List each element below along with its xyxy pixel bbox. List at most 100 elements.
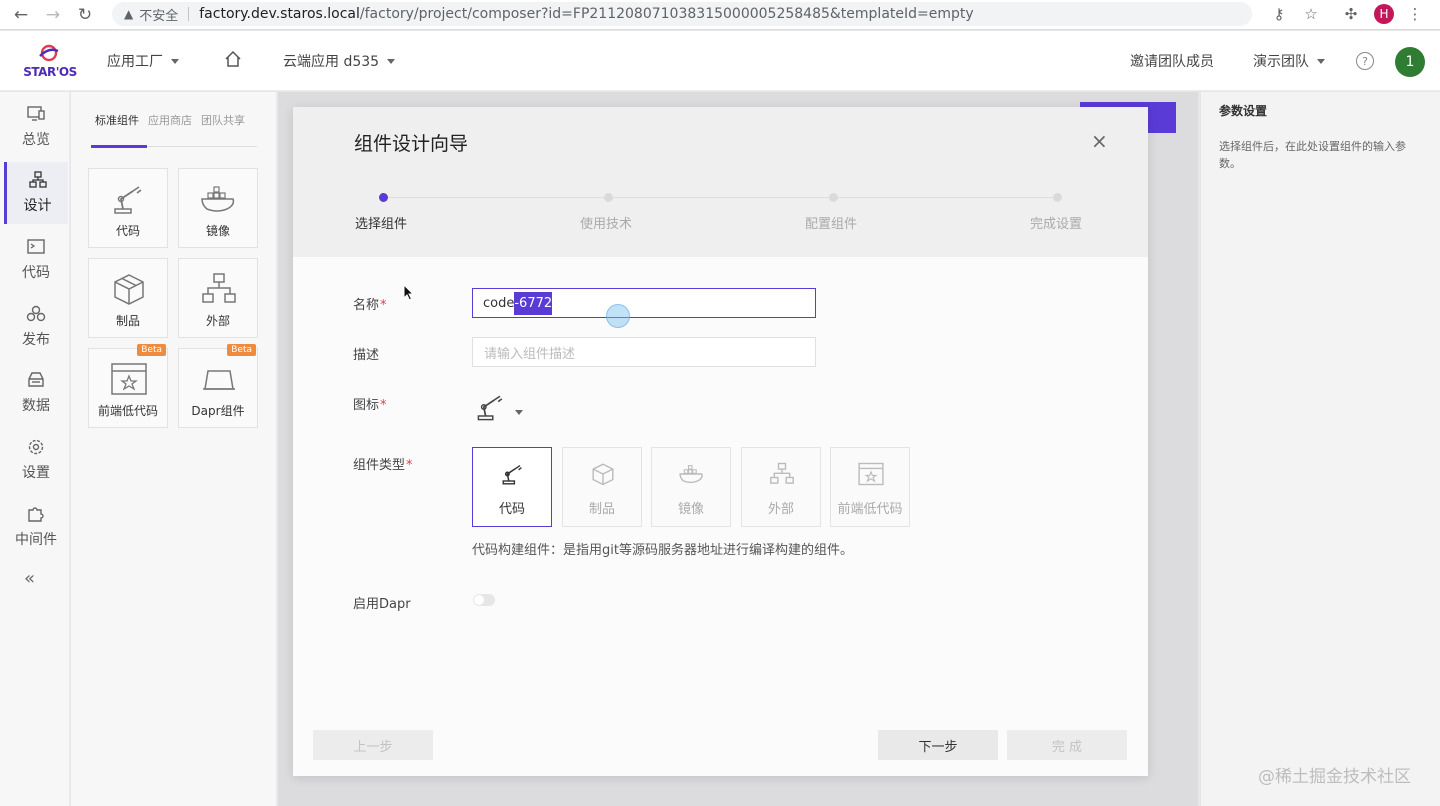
type-option-artifact[interactable]: 制品 xyxy=(562,447,642,527)
project-dropdown[interactable]: 云端应用 d535 xyxy=(283,51,396,71)
tab-standard[interactable]: 标准组件 xyxy=(95,112,139,128)
app-factory-dropdown[interactable]: 应用工厂 xyxy=(107,51,179,71)
type-option-code[interactable]: 代码 xyxy=(472,447,552,527)
type-label-text: 镜像 xyxy=(677,502,704,517)
dapr-toggle[interactable] xyxy=(473,594,495,606)
nav-item-code[interactable]: 代码 xyxy=(4,229,68,291)
palette-card-lowcode[interactable]: Beta 前端低代码 xyxy=(88,344,168,428)
desc-label: 描述 xyxy=(353,348,380,363)
next-button[interactable]: 下一步 xyxy=(878,730,998,760)
nav-label: 代码 xyxy=(22,265,50,281)
step-connector xyxy=(837,197,1057,198)
nav-label: 设置 xyxy=(22,465,50,481)
step-finish: 完成设置 xyxy=(1030,217,1083,232)
palette-card-artifact[interactable]: 制品 xyxy=(88,258,168,338)
docker-icon xyxy=(201,186,235,212)
tab-indicator xyxy=(91,145,147,148)
gear-icon xyxy=(28,439,44,455)
palette-card-dapr[interactable]: Beta Dapr组件 xyxy=(178,344,258,428)
type-label-text: 外部 xyxy=(767,502,794,517)
palette-card-image[interactable]: 镜像 xyxy=(178,168,258,248)
type-option-image[interactable]: 镜像 xyxy=(651,447,731,527)
home-icon[interactable] xyxy=(224,50,242,68)
help-icon[interactable]: ? xyxy=(1356,52,1374,70)
nav-label: 数据 xyxy=(22,398,50,414)
tab-app-store[interactable]: 应用商店 xyxy=(148,112,192,128)
nav-label: 中间件 xyxy=(15,532,57,548)
card-label: 制品 xyxy=(115,314,140,328)
staros-logo[interactable]: STAR'OS xyxy=(20,41,80,81)
key-icon[interactable]: ⚷ xyxy=(1268,3,1290,25)
component-palette: 标准组件 应用商店 团队共享 代码 镜像 制品 外部 Beta 前端低代码 Be… xyxy=(71,92,277,806)
chevron-down-icon xyxy=(1317,58,1325,64)
nav-item-publish[interactable]: 发布 xyxy=(4,296,68,358)
terminal-icon xyxy=(27,239,45,254)
profile-initial: H xyxy=(1374,4,1394,24)
palette-tabs: 标准组件 应用商店 团队共享 xyxy=(95,112,245,128)
close-icon[interactable]: × xyxy=(1091,129,1108,153)
params-panel: 参数设置 选择组件后，在此处设置组件的输入参数。 xyxy=(1200,92,1440,806)
project-label: 云端应用 d535 xyxy=(283,54,380,70)
type-option-lowcode[interactable]: 前端低代码 xyxy=(830,447,910,527)
type-label-text: 组件类型 xyxy=(353,458,406,473)
nav-item-settings[interactable]: 设置 xyxy=(4,429,68,491)
robot-arm-icon xyxy=(502,465,522,485)
design-icon xyxy=(28,171,47,188)
reload-icon[interactable]: ↻ xyxy=(72,2,98,28)
params-description: 选择组件后，在此处设置组件的输入参数。 xyxy=(1219,140,1406,170)
params-title: 参数设置 xyxy=(1219,104,1268,118)
nav-item-data[interactable]: 数据 xyxy=(4,362,68,424)
left-nav: 总览 设计 代码 发布 数据 设置 中间件 « xyxy=(0,92,70,806)
nav-label: 发布 xyxy=(22,332,50,348)
finish-button[interactable]: 完 成 xyxy=(1007,730,1127,760)
user-avatar[interactable]: 1 xyxy=(1395,47,1425,77)
name-input[interactable]: code -6772 xyxy=(472,288,816,318)
wizard-title: 组件设计向导 xyxy=(354,133,469,155)
warning-icon: ▲ xyxy=(124,7,134,21)
step-select-component: 选择组件 xyxy=(355,217,408,232)
name-label: 名称* xyxy=(353,294,387,313)
team-dropdown[interactable]: 演示团队 xyxy=(1253,51,1325,71)
collapse-icon[interactable]: « xyxy=(24,568,35,589)
nav-item-design[interactable]: 设计 xyxy=(4,162,68,224)
extensions-icon[interactable]: ✣ xyxy=(1340,3,1362,25)
step-dot xyxy=(379,193,388,202)
puzzle-icon xyxy=(28,507,44,522)
palette-card-external[interactable]: 外部 xyxy=(178,258,258,338)
monitor-icon xyxy=(27,106,45,121)
wizard-header: 组件设计向导 × 选择组件 使用技术 配置组件 完成设置 xyxy=(293,107,1148,257)
chevron-down-icon xyxy=(387,58,396,64)
profile-avatar[interactable]: H xyxy=(1373,3,1395,25)
forward-icon[interactable]: → xyxy=(40,2,66,28)
description-input[interactable]: 请输入组件描述 xyxy=(472,337,816,367)
icon-picker[interactable] xyxy=(473,389,523,425)
external-icon xyxy=(770,462,794,484)
step-connector xyxy=(387,197,607,198)
card-label: 外部 xyxy=(205,314,230,328)
star-icon[interactable]: ☆ xyxy=(1300,3,1322,25)
step-dot xyxy=(604,193,613,202)
menu-icon[interactable]: ⋮ xyxy=(1404,3,1426,25)
beta-badge: Beta xyxy=(227,344,256,356)
type-option-external[interactable]: 外部 xyxy=(741,447,821,527)
card-label: 代码 xyxy=(115,224,140,238)
tab-team-shared[interactable]: 团队共享 xyxy=(201,112,245,128)
type-hint: 代码构建组件：是指用git等源码服务器地址进行编译构建的组件。 xyxy=(472,543,853,558)
invite-members-link[interactable]: 邀请团队成员 xyxy=(1130,51,1214,71)
chevron-down-icon xyxy=(515,410,523,415)
back-icon[interactable]: ← xyxy=(8,2,34,28)
app-header: STAR'OS 应用工厂 云端应用 d535 邀请团队成员 演示团队 ? 1 xyxy=(0,31,1440,91)
nav-item-middleware[interactable]: 中间件 xyxy=(4,496,68,558)
app-factory-label: 应用工厂 xyxy=(107,54,163,70)
icon-label-text: 图标 xyxy=(353,398,380,413)
nav-item-overview[interactable]: 总览 xyxy=(4,96,68,158)
type-label-text: 代码 xyxy=(498,502,525,517)
watermark: @稀土掘金技术社区 xyxy=(1258,767,1411,787)
database-icon xyxy=(28,372,44,387)
icon-label: 图标* xyxy=(353,394,387,413)
click-indicator xyxy=(606,304,630,328)
address-bar[interactable]: ▲ 不安全 factory.dev.staros.local/factory/p… xyxy=(112,2,1252,26)
palette-card-code[interactable]: 代码 xyxy=(88,168,168,248)
prev-button[interactable]: 上一步 xyxy=(313,730,433,760)
type-label: 组件类型* xyxy=(353,454,413,473)
